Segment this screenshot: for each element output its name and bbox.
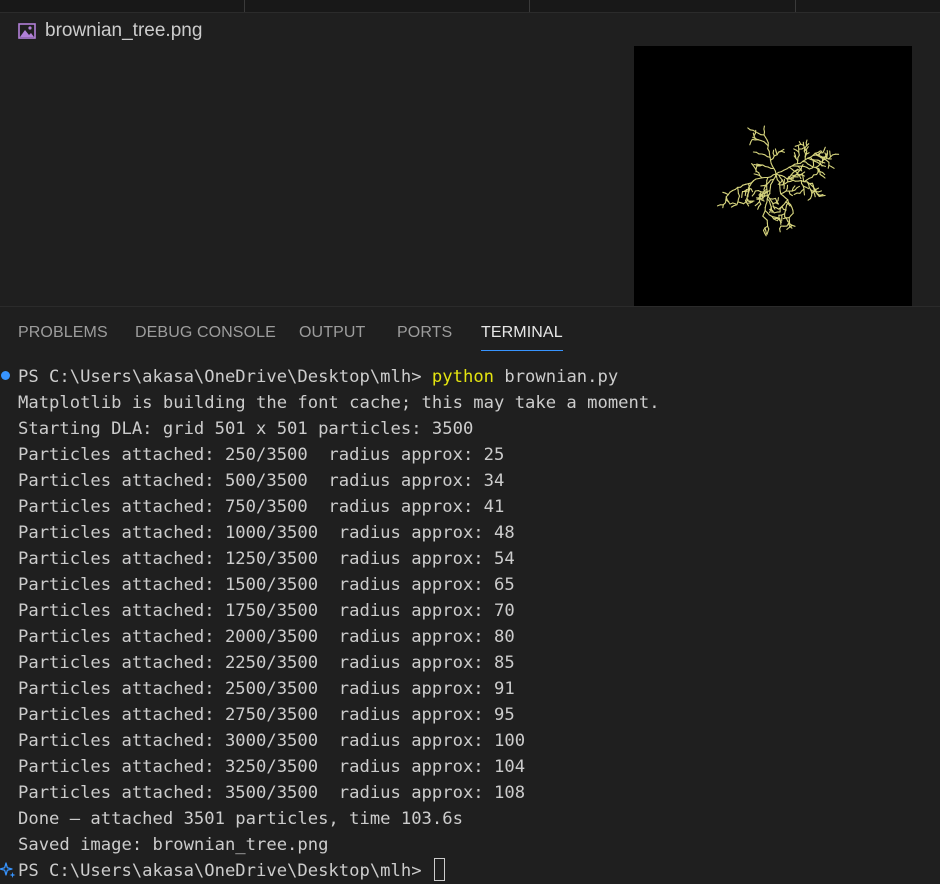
command-args: brownian.py [494, 367, 618, 387]
terminal-line: Particles attached: 1250/3500 radius app… [18, 546, 515, 572]
terminal-line: Particles attached: 1750/3500 radius app… [18, 598, 515, 624]
terminal-line: Particles attached: 3250/3500 radius app… [18, 754, 525, 780]
command-success-dot-icon[interactable] [1, 371, 10, 380]
terminal-line: Saved image: brownian_tree.png [18, 832, 328, 858]
terminal-line: Particles attached: 2000/3500 radius app… [18, 624, 515, 650]
prompt: PS C:\Users\akasa\OneDrive\Desktop\mlh> [18, 367, 432, 387]
tab-separator [529, 0, 530, 12]
sparkle-icon[interactable] [0, 858, 16, 880]
tab-terminal[interactable]: TERMINAL [481, 324, 563, 351]
tab-ports[interactable]: PORTS [397, 324, 452, 350]
terminal-output[interactable]: PS C:\Users\akasa\OneDrive\Desktop\mlh> … [0, 362, 940, 883]
tab-separator [244, 0, 245, 12]
terminal-line: Done — attached 3501 particles, time 103… [18, 806, 463, 832]
terminal-line: Matplotlib is building the font cache; t… [18, 390, 660, 416]
panel-tab-bar: PROBLEMS DEBUG CONSOLE OUTPUT PORTS TERM… [0, 307, 940, 353]
tab-separator [795, 0, 796, 12]
tab-debug-console[interactable]: DEBUG CONSOLE [135, 324, 276, 350]
terminal-line: Particles attached: 2250/3500 radius app… [18, 650, 515, 676]
file-name: brownian_tree.png [45, 20, 202, 42]
command-line: PS C:\Users\akasa\OneDrive\Desktop\mlh> … [18, 364, 618, 390]
terminal-line: Particles attached: 2500/3500 radius app… [18, 676, 515, 702]
terminal-line: Particles attached: 1000/3500 radius app… [18, 520, 515, 546]
file-tab[interactable]: brownian_tree.png [18, 19, 202, 43]
image-preview-editor: brownian_tree.png [0, 13, 940, 306]
terminal-line: Starting DLA: grid 501 x 501 particles: … [18, 416, 473, 442]
tab-problems[interactable]: PROBLEMS [18, 324, 108, 350]
terminal-cursor [434, 858, 445, 881]
terminal-line: Particles attached: 750/3500 radius appr… [18, 494, 504, 520]
brownian-tree-image [634, 46, 912, 306]
final-prompt-line: PS C:\Users\akasa\OneDrive\Desktop\mlh> [18, 858, 445, 884]
command-word: python [432, 367, 494, 387]
terminal-line: Particles attached: 3500/3500 radius app… [18, 780, 525, 806]
terminal-line: Particles attached: 3000/3500 radius app… [18, 728, 525, 754]
editor-group-header [0, 0, 940, 13]
tab-output[interactable]: OUTPUT [299, 324, 365, 350]
image-file-icon [18, 23, 36, 39]
prompt: PS C:\Users\akasa\OneDrive\Desktop\mlh> [18, 861, 432, 881]
terminal-line: Particles attached: 500/3500 radius appr… [18, 468, 504, 494]
terminal-line: Particles attached: 2750/3500 radius app… [18, 702, 515, 728]
terminal-line: Particles attached: 1500/3500 radius app… [18, 572, 515, 598]
terminal-line: Particles attached: 250/3500 radius appr… [18, 442, 504, 468]
